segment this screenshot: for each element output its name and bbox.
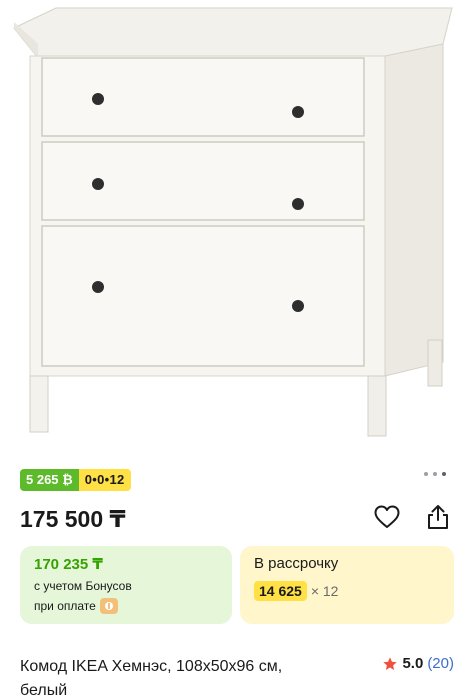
installment-title: В рассрочку — [254, 555, 339, 572]
installment-badge: 0•0•12 — [78, 469, 131, 491]
heart-icon — [374, 505, 400, 528]
favorite-button[interactable] — [372, 502, 402, 532]
installment-amount: 14 625 — [254, 581, 307, 601]
bonus-payment-note: при оплате — [34, 598, 118, 614]
bonus-note: с учетом Бонусов — [34, 579, 132, 593]
product-rating[interactable]: 5.0 (20) — [382, 655, 454, 672]
installment-row: 14 625 × 12 — [254, 581, 338, 601]
price-badges: 5 265 ₿ 0•0•12 — [20, 469, 131, 491]
bonus-price-card[interactable]: 170 235 ₸ с учетом Бонусов при оплате — [20, 546, 232, 624]
share-button[interactable] — [423, 502, 453, 532]
carousel-indicator — [424, 472, 446, 476]
reviews-count-link[interactable]: (20) — [427, 655, 454, 672]
bonus-price: 170 235 ₸ — [34, 556, 103, 573]
installment-card[interactable]: В рассрочку 14 625 × 12 — [240, 546, 454, 624]
bonus-badge: 5 265 ₿ — [20, 469, 79, 491]
payment-method-icon — [99, 598, 118, 614]
carousel-dot — [424, 472, 428, 476]
bonus-badge-amount: 5 265 ₿ — [26, 472, 73, 487]
rating-value: 5.0 — [402, 655, 424, 672]
bonus-payment-label: при оплате — [34, 599, 96, 613]
product-image[interactable] — [0, 0, 474, 452]
carousel-dot — [433, 472, 437, 476]
dresser-illustration — [13, 7, 453, 437]
share-icon — [428, 505, 448, 529]
product-title: Комод IKEA Хемнэс, 108x50x96 см, белый — [20, 658, 283, 699]
carousel-dot-active — [442, 472, 446, 476]
star-icon — [383, 656, 398, 670]
product-price: 175 500 ₸ — [20, 506, 126, 532]
installment-months: × 12 — [310, 583, 339, 599]
